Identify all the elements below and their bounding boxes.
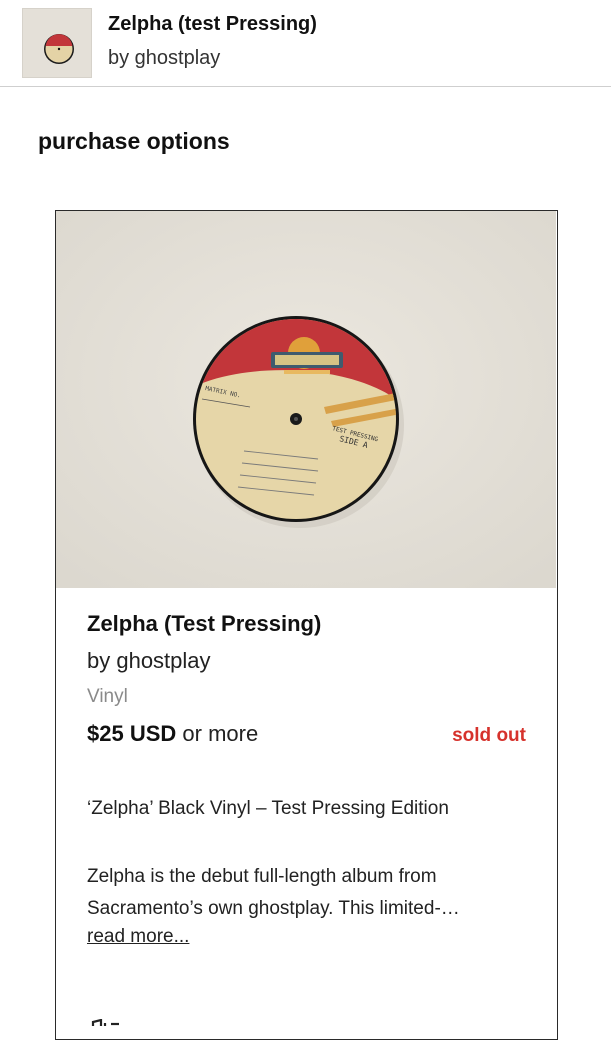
music-note-icon (89, 1016, 129, 1026)
sold-out-badge: sold out (452, 725, 526, 746)
item-description: Zelpha is the debut full-length album fr… (87, 861, 527, 925)
item-artist: by ghostplay (87, 648, 211, 673)
read-more-link[interactable]: read more... (87, 926, 189, 948)
purchase-options-heading: purchase options (38, 128, 230, 154)
item-title[interactable]: Zelpha (Test Pressing) (87, 611, 321, 637)
price-suffix: or more (176, 721, 259, 746)
price-row: $25 USD or more (87, 721, 258, 747)
header-album-title[interactable]: Zelpha (test Pressing) (108, 13, 317, 36)
vinyl-photo[interactable]: MATRIX NO. TEST PRESSING SIDE A (56, 211, 556, 588)
description-line: Sacramento’s own ghostplay. This limited… (87, 898, 460, 919)
item-format: Vinyl (87, 686, 128, 707)
item-price: $25 USD (87, 721, 177, 746)
album-thumbnail[interactable] (22, 8, 92, 78)
description-line: Zelpha is the debut full-length album fr… (87, 866, 437, 887)
album-header: Zelpha (test Pressing) by ghostplay (0, 0, 611, 87)
purchase-option-card: MATRIX NO. TEST PRESSING SIDE A Zelpha (… (55, 210, 558, 1040)
edition-name: ‘Zelpha’ Black Vinyl – Test Pressing Edi… (87, 798, 449, 819)
header-artist-name[interactable]: by ghostplay (108, 47, 220, 70)
